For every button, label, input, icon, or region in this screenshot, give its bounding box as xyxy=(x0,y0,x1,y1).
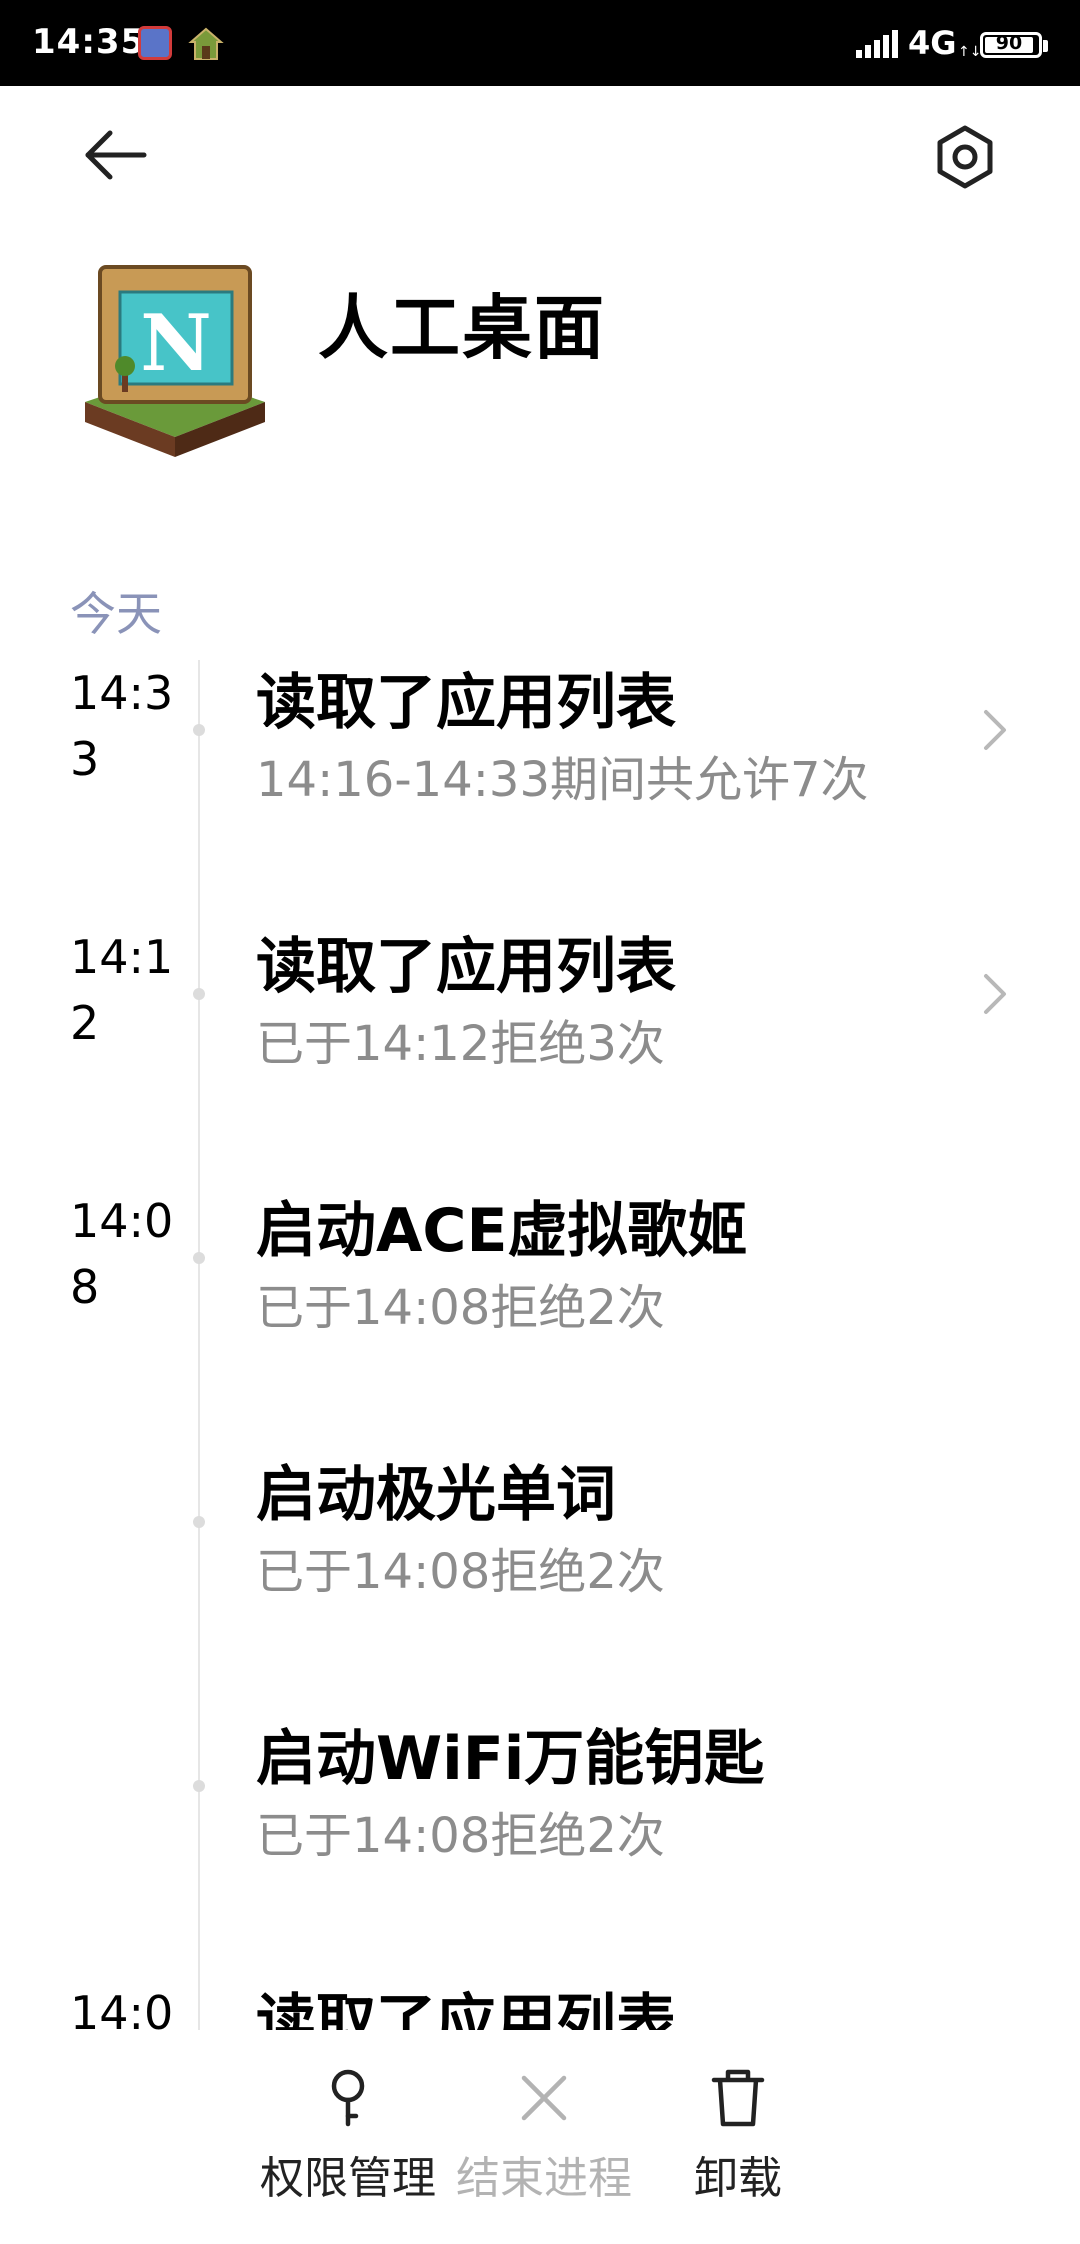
bottom-action-bar: 权限管理 结束进程 卸载 xyxy=(0,2030,1080,2244)
trash-icon xyxy=(711,2069,765,2127)
battery-tip xyxy=(1043,40,1048,52)
end-process-button[interactable]: 结束进程 xyxy=(454,2066,634,2206)
timeline-dot xyxy=(193,1780,205,1792)
status-bar: 14:35 4G ↑↓ 90 xyxy=(0,0,1080,86)
notification-app-icon xyxy=(138,26,172,60)
timeline-entry[interactable]: 启动极光单词 已于14:08拒绝2次 xyxy=(0,1432,1080,1696)
entry-subtitle: 已于14:08拒绝2次 xyxy=(256,1808,665,1864)
back-arrow-icon[interactable] xyxy=(78,125,158,185)
network-type: 4G xyxy=(908,24,957,62)
app-icon: N xyxy=(85,265,265,457)
entry-subtitle: 已于14:08拒绝2次 xyxy=(256,1280,665,1336)
entry-title: 启动ACE虚拟歌姬 xyxy=(256,1196,748,1266)
data-activity-icon: ↑↓ xyxy=(958,44,982,60)
timeline-dot xyxy=(193,1516,205,1528)
app-icon-letter: N xyxy=(140,298,211,389)
entry-subtitle: 已于14:12拒绝3次 xyxy=(256,1016,665,1072)
timeline-entry[interactable]: 14:12 读取了应用列表 已于14:12拒绝3次 xyxy=(0,904,1080,1168)
entry-time: 14:33 xyxy=(70,666,174,786)
chevron-right-icon xyxy=(984,974,1006,1014)
timeline-dot xyxy=(193,988,205,1000)
entry-time: 14:12 xyxy=(70,930,174,1050)
entry-subtitle: 已于14:08拒绝2次 xyxy=(256,1544,665,1600)
entry-time: 14:08 xyxy=(70,1194,174,1314)
battery-icon: 90 xyxy=(980,32,1042,58)
signal-icon xyxy=(856,30,898,58)
timeline-entry[interactable]: 14:08 启动ACE虚拟歌姬 已于14:08拒绝2次 xyxy=(0,1168,1080,1432)
timeline-entry[interactable]: 14:0 读取了应用列表 xyxy=(0,1960,1080,2030)
permissions-label: 权限管理 xyxy=(260,2153,436,2204)
timeline-list[interactable]: 14:33 读取了应用列表 14:16-14:33期间共允许7次 14:12 读… xyxy=(0,640,1080,2030)
timeline-entry[interactable]: 14:33 读取了应用列表 14:16-14:33期间共允许7次 xyxy=(0,640,1080,904)
chevron-right-icon xyxy=(984,710,1006,750)
battery-level: 90 xyxy=(995,32,1023,54)
section-label-today: 今天 xyxy=(70,587,162,641)
notification-home-icon xyxy=(188,27,224,60)
entry-title: 启动WiFi万能钥匙 xyxy=(256,1724,765,1794)
entry-subtitle: 14:16-14:33期间共允许7次 xyxy=(256,752,869,808)
timeline-dot xyxy=(193,724,205,736)
uninstall-button[interactable]: 卸载 xyxy=(648,2066,828,2206)
end-process-label: 结束进程 xyxy=(456,2153,632,2204)
uninstall-label: 卸载 xyxy=(694,2153,782,2204)
entry-time: 14:0 xyxy=(70,1986,174,2030)
permissions-button[interactable]: 权限管理 xyxy=(258,2066,438,2206)
app-name: 人工桌面 xyxy=(318,287,606,369)
entry-title: 启动极光单词 xyxy=(256,1460,616,1530)
entry-title: 读取了应用列表 xyxy=(256,932,676,1002)
timeline-entry[interactable]: 启动WiFi万能钥匙 已于14:08拒绝2次 xyxy=(0,1696,1080,1960)
key-icon xyxy=(331,2069,365,2127)
close-icon xyxy=(521,2075,567,2121)
entry-title: 读取了应用列表 xyxy=(256,1988,676,2030)
entry-title: 读取了应用列表 xyxy=(256,668,676,738)
settings-gear-icon[interactable] xyxy=(928,120,1002,194)
timeline-dot xyxy=(193,1252,205,1264)
status-time: 14:35 xyxy=(32,22,146,62)
